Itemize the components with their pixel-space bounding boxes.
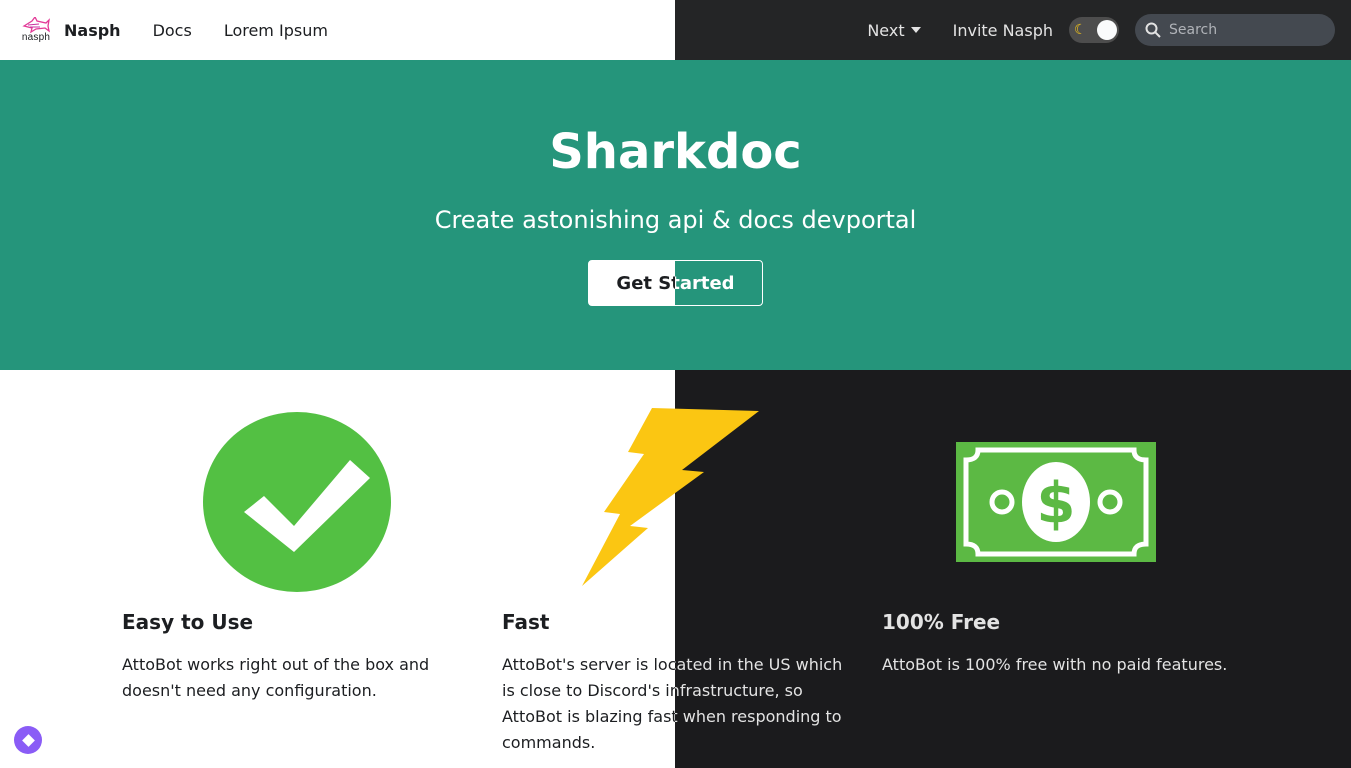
next-dropdown-dark[interactable]: Next <box>867 20 921 40</box>
checkmark-circle-icon <box>203 412 391 592</box>
nav-link-docs[interactable]: Docs <box>153 21 192 40</box>
search-placeholder-dark: Search <box>1169 22 1218 38</box>
feature-title: Easy to Use <box>122 610 254 634</box>
moon-icon: ☾ <box>1074 22 1087 38</box>
navbar-right-dark: Next Invite Nasph ☾ Search <box>867 0 1335 60</box>
next-dropdown-label-dark: Next <box>867 20 905 40</box>
theme-toggle-dark[interactable]: ☾ <box>1069 17 1119 43</box>
toggle-knob-dark <box>1097 20 1117 40</box>
shark-logo-icon <box>22 17 50 33</box>
feature-free-dark: $ 100% Free AttoBot is 100% free with no… <box>882 370 1242 768</box>
brand-title: Nasph <box>64 20 121 40</box>
feature-description: AttoBot works right out of the box and d… <box>122 655 430 700</box>
search-icon <box>1145 22 1161 38</box>
logo-text: nasph <box>21 32 51 43</box>
feature-title: Fast <box>502 610 550 634</box>
feature-description-dark: AttoBot is 100% free with no paid featur… <box>882 655 1228 674</box>
diamond-icon <box>21 733 35 747</box>
page-split-view: nasph Nasph Docs Lorem Ipsum Next Invite… <box>0 0 1351 768</box>
dollar-bill-icon: $ <box>956 442 1156 562</box>
nasph-logo: nasph <box>18 15 54 45</box>
assistant-launcher-button[interactable] <box>14 726 42 754</box>
brand-link[interactable]: nasph Nasph <box>18 15 121 45</box>
feature-easy-to-use: Easy to Use AttoBot works right out of t… <box>122 370 482 768</box>
feature-title-dark: 100% Free <box>882 610 1001 634</box>
search-button-dark[interactable]: Search <box>1135 14 1335 46</box>
caret-down-icon <box>910 27 921 33</box>
invite-link-dark[interactable]: Invite Nasph <box>953 21 1053 40</box>
svg-text:$: $ <box>1037 471 1076 536</box>
nav-link-lorem-ipsum[interactable]: Lorem Ipsum <box>224 21 328 40</box>
